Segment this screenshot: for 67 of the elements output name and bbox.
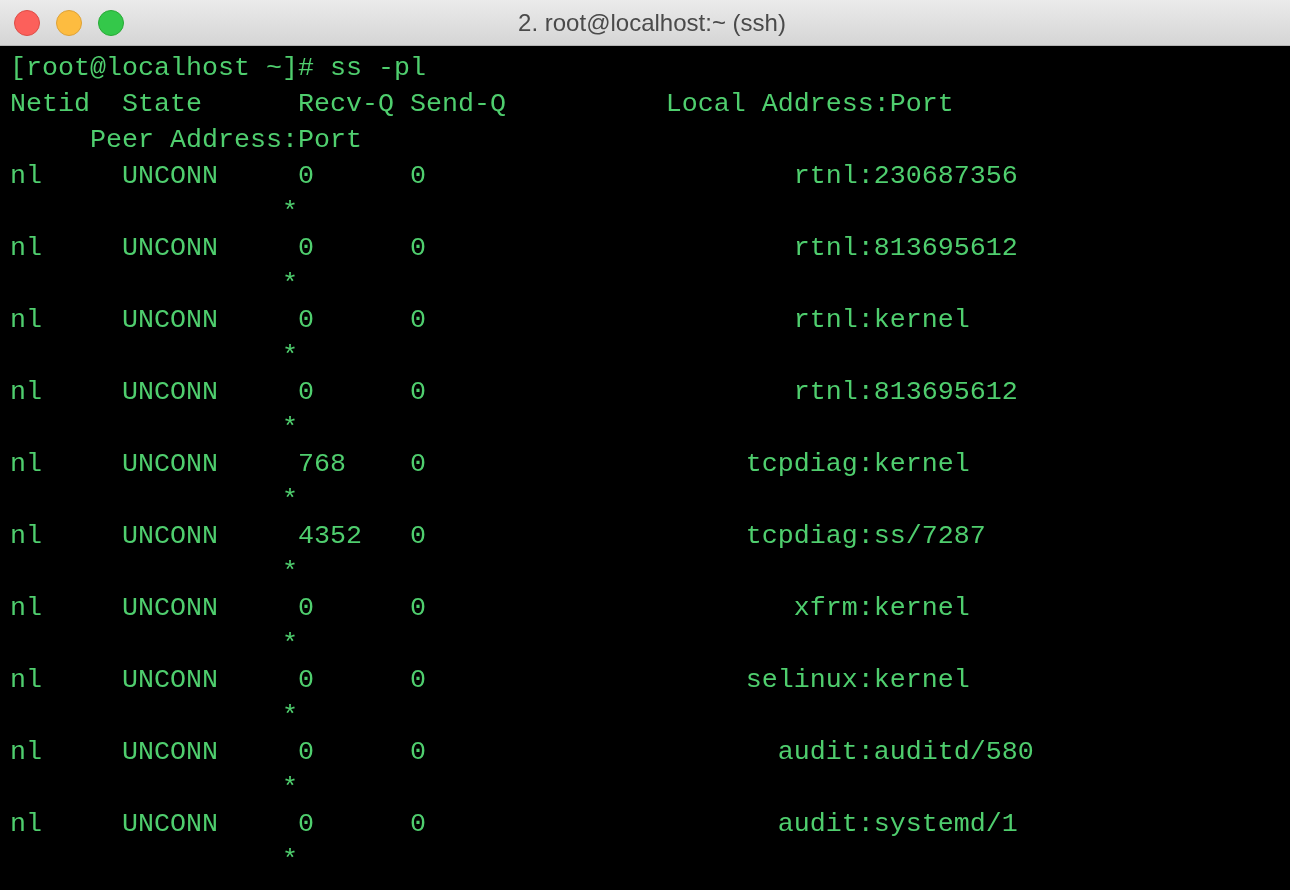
recv-queue-cell: 0 bbox=[297, 665, 314, 695]
netid-cell: nl bbox=[10, 161, 42, 191]
local-address-cell-text: rtnl:813695612 bbox=[793, 376, 1018, 409]
peer-address-cell: * bbox=[281, 269, 298, 299]
send-queue-cell: 0 bbox=[409, 377, 426, 407]
peer-address-cell: * bbox=[281, 629, 298, 659]
local-address-cell-text: tcpdiag:ss/7287 bbox=[745, 520, 986, 553]
state-cell: UNCONN bbox=[121, 593, 218, 623]
peer-address-cell: * bbox=[281, 485, 298, 515]
maximize-button[interactable] bbox=[98, 9, 124, 36]
send-queue-cell: 0 bbox=[409, 665, 426, 695]
send-queue-cell: 0 bbox=[409, 809, 426, 839]
state-cell: UNCONN bbox=[121, 305, 218, 335]
local-address-cell-text: audit:auditd/580 bbox=[777, 736, 1034, 769]
state-cell: UNCONN bbox=[121, 449, 218, 479]
peer-address-cell: * bbox=[281, 773, 298, 803]
state-cell: UNCONN bbox=[121, 377, 218, 407]
recv-queue-cell: 768 bbox=[297, 449, 346, 479]
send-queue-cell: 0 bbox=[409, 593, 426, 623]
state-cell: UNCONN bbox=[121, 737, 218, 767]
peer-address-cell: * bbox=[281, 197, 298, 227]
recv-queue-cell: 0 bbox=[297, 377, 314, 407]
netid-cell: nl bbox=[10, 521, 42, 551]
close-button[interactable] bbox=[14, 9, 40, 36]
state-cell: UNCONN bbox=[121, 161, 218, 191]
peer-address-cell: * bbox=[281, 845, 298, 875]
command-prompt: [root@localhost ~]# ss -pl bbox=[10, 53, 426, 83]
state-cell: UNCONN bbox=[121, 665, 218, 695]
state-cell: UNCONN bbox=[121, 233, 218, 263]
window-title: 2. root@localhost:~ (ssh) bbox=[518, 7, 786, 38]
send-queue-cell: 0 bbox=[409, 305, 426, 335]
netid-cell: nl bbox=[10, 377, 42, 407]
netid-cell: nl bbox=[10, 449, 42, 479]
local-address-cell-text: selinux:kernel bbox=[745, 664, 970, 697]
send-queue-cell: 0 bbox=[409, 161, 426, 191]
local-address-cell-text: xfrm:kernel bbox=[793, 592, 970, 625]
netid-cell: nl bbox=[10, 809, 42, 839]
peer-address-cell: * bbox=[281, 557, 298, 587]
recv-queue-cell: 0 bbox=[297, 161, 314, 191]
minimize-button[interactable] bbox=[56, 9, 82, 36]
column-header: Peer Address:Port bbox=[88, 125, 362, 155]
recv-queue-cell: 0 bbox=[297, 593, 314, 623]
send-queue-cell: 0 bbox=[409, 449, 426, 479]
netid-cell: nl bbox=[10, 737, 42, 767]
recv-queue-cell: 0 bbox=[297, 305, 314, 335]
column-header: Netid State Recv-Q Send-Q Local Address:Port bbox=[10, 89, 954, 119]
send-queue-cell: 0 bbox=[409, 233, 426, 263]
recv-queue-cell: 0 bbox=[297, 737, 314, 767]
peer-address-cell: * bbox=[281, 413, 298, 443]
netid-cell: nl bbox=[10, 665, 42, 695]
recv-queue-cell: 4352 bbox=[297, 521, 362, 551]
recv-queue-cell: 0 bbox=[297, 233, 314, 263]
send-queue-cell: 0 bbox=[409, 521, 426, 551]
local-address-cell-text: rtnl:230687356 bbox=[793, 160, 1018, 193]
local-address-cell-text: rtnl:kernel bbox=[793, 304, 970, 337]
local-address-cell-text: audit:systemd/1 bbox=[777, 808, 1018, 841]
recv-queue-cell: 0 bbox=[297, 809, 314, 839]
peer-address-cell: * bbox=[281, 341, 298, 371]
local-address-cell-text: tcpdiag:kernel bbox=[745, 448, 970, 481]
netid-cell: nl bbox=[10, 593, 42, 623]
state-cell: UNCONN bbox=[121, 521, 218, 551]
send-queue-cell: 0 bbox=[409, 737, 426, 767]
peer-address-cell: * bbox=[281, 701, 298, 731]
netid-cell: nl bbox=[10, 233, 42, 263]
state-cell: UNCONN bbox=[121, 809, 218, 839]
local-address-cell-text: rtnl:813695612 bbox=[793, 232, 1018, 265]
netid-cell: nl bbox=[10, 305, 42, 335]
